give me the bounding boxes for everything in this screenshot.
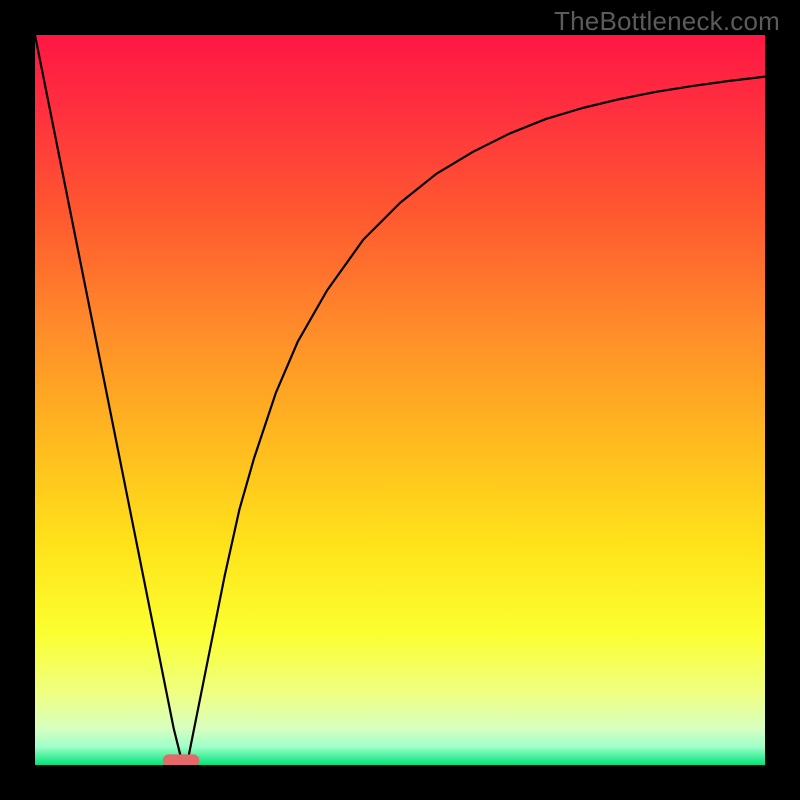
bottleneck-chart — [35, 35, 765, 765]
optimal-marker — [163, 754, 200, 765]
plot-area — [35, 35, 765, 765]
watermark-text: TheBottleneck.com — [554, 6, 780, 37]
gradient-background — [35, 35, 765, 765]
chart-frame: TheBottleneck.com — [0, 0, 800, 800]
